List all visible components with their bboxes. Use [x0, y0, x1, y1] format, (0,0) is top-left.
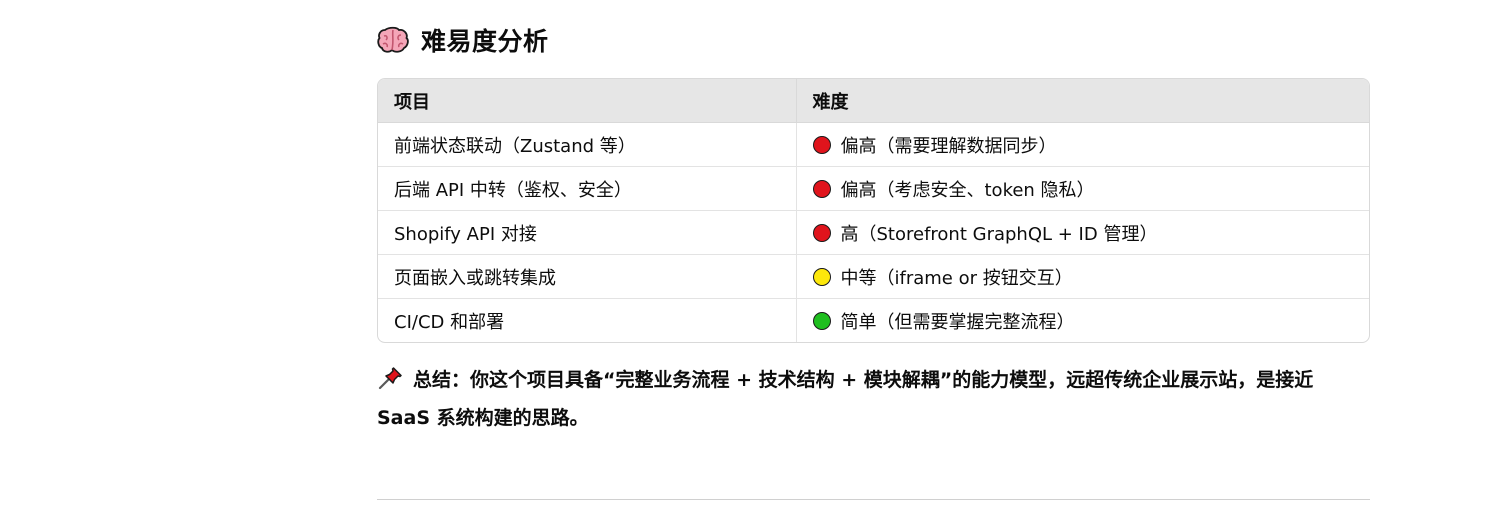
item-cell: 前端状态联动（Zustand 等） — [394, 135, 636, 157]
header-item: 项目 — [378, 79, 796, 123]
difficulty-table: 项目 难度 前端状态联动（Zustand 等） 偏高（需要理解数据同步） 后端 … — [377, 78, 1370, 343]
difficulty-text: 偏高（考虑安全、token 隐私） — [840, 179, 1095, 201]
difficulty-cell: 中等（iframe or 按钮交互） — [795, 254, 1369, 299]
summary-paragraph: 总结：你这个项目具备“完整业务流程 + 技术结构 + 模块解耦”的能力模型，远超… — [377, 361, 1370, 437]
table-row: 后端 API 中转（鉴权、安全） 偏高（考虑安全、token 隐私） — [378, 166, 1369, 211]
item-cell: Shopify API 对接 — [378, 210, 796, 255]
difficulty-text: 偏高（需要理解数据同步） — [840, 135, 1057, 157]
red-circle-icon — [812, 179, 831, 198]
divider — [377, 499, 1370, 500]
section-title: 难易度分析 — [421, 27, 549, 56]
summary-text: 总结：你这个项目具备“完整业务流程 + 技术结构 + 模块解耦”的能力模型，远超… — [377, 369, 1314, 429]
difficulty-cell: 简单（但需要掌握完整流程） — [795, 298, 1369, 342]
table-row: 前端状态联动（Zustand 等） 偏高（需要理解数据同步） — [378, 122, 1369, 167]
table-row: Shopify API 对接 高（Storefront GraphQL + ID… — [378, 210, 1369, 255]
difficulty-text: 简单（但需要掌握完整流程） — [840, 311, 1075, 333]
table-header-row: 项目 难度 — [378, 79, 1369, 123]
red-circle-icon — [812, 223, 831, 242]
green-circle-icon — [812, 311, 831, 330]
table-row: CI/CD 和部署 简单（但需要掌握完整流程） — [378, 298, 1369, 342]
difficulty-cell: 高（Storefront GraphQL + ID 管理） — [795, 210, 1369, 255]
difficulty-cell: 偏高（需要理解数据同步） — [795, 122, 1369, 167]
difficulty-text: 高（Storefront GraphQL + ID 管理） — [840, 223, 1158, 245]
red-circle-icon — [812, 135, 831, 154]
item-cell: CI/CD 和部署 — [378, 298, 796, 342]
item-cell: 后端 API 中转（鉴权、安全） — [378, 166, 796, 211]
difficulty-cell: 偏高（考虑安全、token 隐私） — [795, 166, 1369, 211]
table-row: 页面嵌入或跳转集成 中等（iframe or 按钮交互） — [378, 254, 1369, 299]
header-difficulty: 难度 — [795, 79, 1369, 123]
brain-icon — [377, 26, 409, 53]
section-heading: 难易度分析 — [377, 22, 549, 58]
yellow-circle-icon — [812, 267, 831, 286]
difficulty-text: 中等（iframe or 按钮交互） — [840, 267, 1073, 289]
pushpin-icon — [378, 367, 402, 390]
item-cell: 页面嵌入或跳转集成 — [378, 254, 796, 299]
